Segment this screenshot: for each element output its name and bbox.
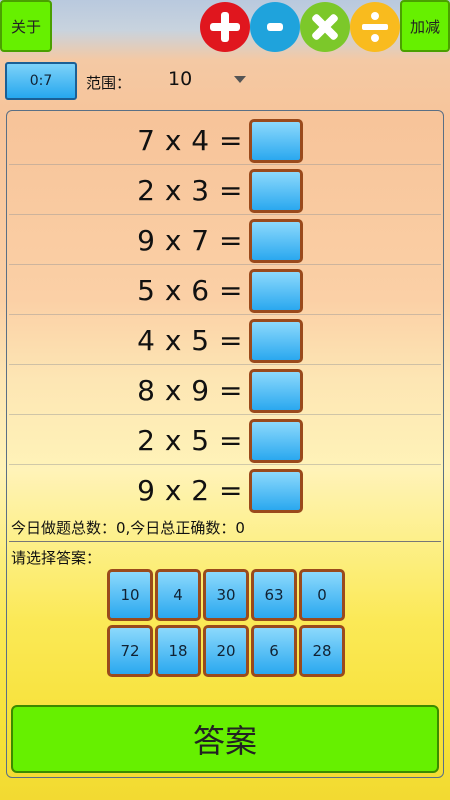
answer-slot[interactable] — [249, 419, 303, 463]
range-label: 范围： — [86, 74, 132, 92]
answer-slot[interactable] — [249, 169, 303, 213]
question-text: 8 x 9 = — [137, 374, 243, 407]
question-row: 2 x 3 = — [9, 165, 441, 215]
question-text: 7 x 4 = — [137, 124, 243, 157]
choice-button[interactable]: 20 — [203, 625, 249, 677]
divide-icon — [362, 12, 388, 42]
answer-slot[interactable] — [249, 119, 303, 163]
choice-button[interactable]: 6 — [251, 625, 297, 677]
question-text: 5 x 6 = — [137, 274, 243, 307]
choice-button[interactable]: 10 — [107, 569, 153, 621]
choice-button[interactable]: 4 — [155, 569, 201, 621]
daily-stats-text: 今日做题总数：0,今日总正确数：0 — [11, 519, 245, 537]
range-select-value[interactable]: 10 — [168, 68, 192, 90]
quiz-panel: 7 x 4 = 2 x 3 = 9 x 7 = 5 x 6 = 4 x 5 = … — [6, 110, 444, 778]
dropdown-caret-icon[interactable] — [234, 76, 246, 83]
choice-button[interactable]: 63 — [251, 569, 297, 621]
choice-button[interactable]: 72 — [107, 625, 153, 677]
question-row: 7 x 4 = — [9, 115, 441, 165]
question-text: 4 x 5 = — [137, 324, 243, 357]
choice-button[interactable]: 30 — [203, 569, 249, 621]
answer-slot[interactable] — [249, 269, 303, 313]
question-row: 9 x 7 = — [9, 215, 441, 265]
choose-answer-label: 请选择答案： — [11, 549, 102, 567]
minus-button[interactable] — [250, 2, 300, 52]
times-icon — [312, 14, 338, 40]
question-text: 2 x 5 = — [137, 424, 243, 457]
question-text: 2 x 3 = — [137, 174, 243, 207]
add-subtract-mode-button[interactable]: 加减 — [400, 0, 450, 52]
question-row: 5 x 6 = — [9, 265, 441, 315]
question-text: 9 x 7 = — [137, 224, 243, 257]
plus-icon — [210, 12, 240, 42]
question-row: 2 x 5 = — [9, 415, 441, 465]
divider — [9, 541, 441, 542]
question-row: 9 x 2 = — [9, 465, 441, 515]
answer-slot[interactable] — [249, 319, 303, 363]
plus-button[interactable] — [200, 2, 250, 52]
choice-button[interactable]: 28 — [299, 625, 345, 677]
answer-slot[interactable] — [249, 469, 303, 513]
choice-button[interactable]: 18 — [155, 625, 201, 677]
answer-slot[interactable] — [249, 219, 303, 263]
question-text: 9 x 2 = — [137, 474, 243, 507]
answer-button[interactable]: 答案 — [11, 705, 439, 773]
divide-button[interactable] — [350, 2, 400, 52]
times-button[interactable] — [300, 2, 350, 52]
about-button[interactable]: 关于 — [0, 0, 52, 52]
answer-slot[interactable] — [249, 369, 303, 413]
choice-button[interactable]: 0 — [299, 569, 345, 621]
question-row: 4 x 5 = — [9, 315, 441, 365]
minus-icon — [267, 23, 283, 31]
score-button[interactable]: 0:7 — [5, 62, 77, 100]
question-row: 8 x 9 = — [9, 365, 441, 415]
